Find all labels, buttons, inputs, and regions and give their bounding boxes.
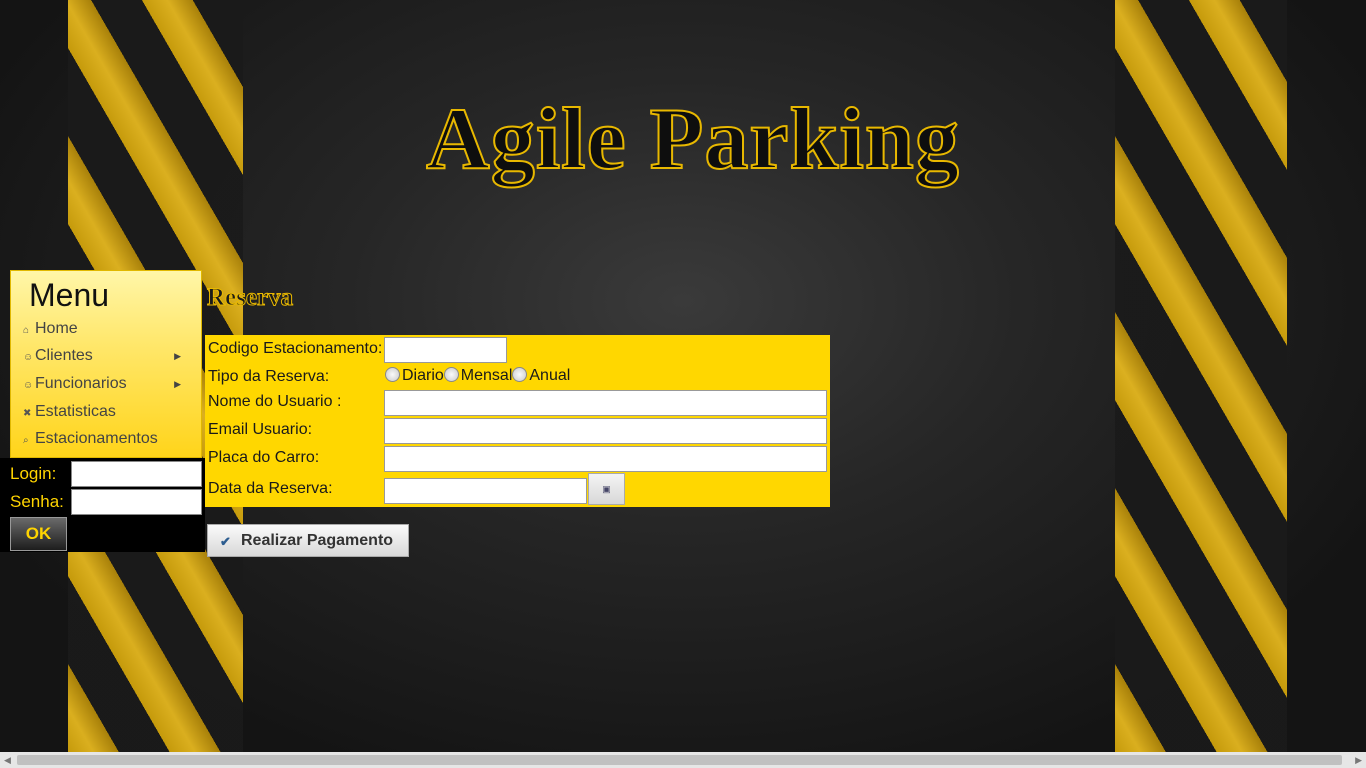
calendar-icon: ▣: [602, 484, 611, 494]
tipo-label: Tipo da Reserva:: [208, 368, 330, 385]
menu-item-funcionarios[interactable]: ☺ Funcionarios ▶: [23, 372, 195, 396]
sidebar-menu: Menu ⌂ Home ☺ Clientes ▶ ☺ Funcionarios ▶ ✖…: [10, 270, 202, 458]
login-input[interactable]: [71, 461, 202, 487]
codigo-label: Codigo Estacionamento:: [208, 340, 383, 357]
password-input[interactable]: [71, 489, 202, 515]
menu-item-label: Estatisticas: [35, 403, 116, 420]
menu-item-clientes[interactable]: ☺ Clientes ▶: [23, 344, 195, 368]
check-icon: ✔: [220, 534, 231, 549]
radio-mensal[interactable]: [443, 367, 459, 382]
person-icon: ☺: [23, 352, 34, 363]
scroll-right-icon[interactable]: ▶: [1355, 752, 1362, 768]
menu-item-estatisticas[interactable]: ✖ Estatisticas: [23, 400, 195, 424]
radio-diario[interactable]: [385, 367, 400, 382]
login-label: Login:: [10, 464, 57, 483]
data-label: Data da Reserva:: [208, 480, 333, 497]
realizar-pagamento-button[interactable]: ✔ Realizar Pagamento: [207, 524, 409, 557]
close-icon: ✖: [23, 408, 32, 419]
radio-anual[interactable]: [512, 367, 528, 382]
radio-label: Anual: [529, 367, 571, 384]
calendar-button[interactable]: ▣: [588, 473, 625, 505]
login-ok-button[interactable]: OK: [10, 517, 67, 551]
submenu-arrow-icon: ▶: [174, 379, 181, 389]
submenu-arrow-icon: ▶: [174, 351, 181, 361]
site-title: Agile Parking: [425, 90, 960, 189]
search-icon: ⌕: [23, 435, 29, 446]
section-title: Reserva: [206, 284, 294, 312]
reserva-form: Codigo Estacionamento: Tipo da Reserva: …: [205, 335, 830, 507]
menu-item-label: Clientes: [35, 347, 93, 364]
radio-label: Diario: [402, 367, 444, 384]
data-input[interactable]: [384, 478, 587, 504]
home-icon: ⌂: [23, 325, 30, 336]
hazard-stripes-right: [1115, 0, 1287, 752]
nome-label: Nome do Usuario :: [208, 393, 342, 410]
email-label: Email Usuario:: [208, 421, 313, 438]
radio-label: Mensal: [460, 367, 513, 384]
password-label: Senha:: [10, 492, 64, 511]
menu-title: Menu: [29, 277, 110, 313]
scrollbar-thumb[interactable]: [17, 755, 1342, 765]
codigo-input[interactable]: [384, 337, 507, 363]
scroll-left-icon[interactable]: ◀: [4, 752, 11, 768]
email-input[interactable]: [384, 418, 827, 444]
nome-input[interactable]: [384, 390, 827, 416]
placa-label: Placa do Carro:: [208, 449, 320, 466]
menu-item-label: Home: [35, 320, 78, 337]
button-label: Realizar Pagamento: [241, 532, 394, 549]
menu-item-label: Estacionamentos: [35, 430, 158, 447]
placa-input[interactable]: [384, 446, 827, 472]
horizontal-scrollbar[interactable]: ◀ ▶: [0, 752, 1366, 768]
person-icon: ☺: [23, 380, 34, 391]
menu-item-label: Funcionarios: [35, 375, 127, 392]
tipo-radio-group: Diario Mensal Anual: [385, 367, 570, 385]
menu-item-estacionamentos[interactable]: ⌕ Estacionamentos: [23, 427, 195, 451]
menu-item-home[interactable]: ⌂ Home: [23, 317, 195, 341]
